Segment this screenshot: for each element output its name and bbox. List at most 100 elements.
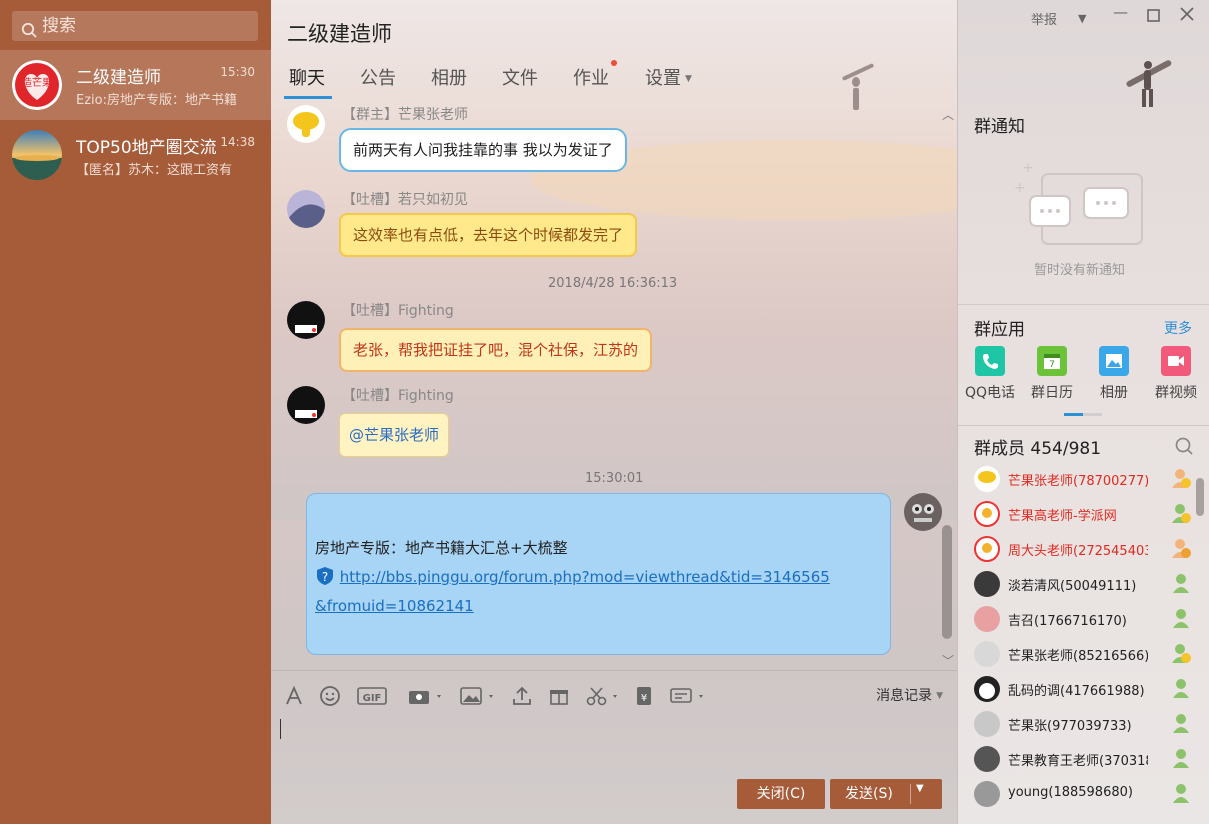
mention-bubble[interactable]: @芒果张老师 bbox=[339, 413, 450, 457]
tab-settings[interactable]: 设置 ▼ bbox=[645, 64, 692, 90]
scissors-icon[interactable] bbox=[585, 685, 625, 707]
message-timestamp: 15:30:01 bbox=[585, 471, 644, 486]
font-icon[interactable] bbox=[283, 685, 307, 707]
app-qq-call[interactable]: QQ电话 bbox=[959, 346, 1021, 402]
member-item[interactable]: 周大头老师(272545403) bbox=[958, 533, 1191, 568]
tab-album[interactable]: 相册 bbox=[431, 64, 467, 90]
svg-text:GIF: GIF bbox=[363, 693, 382, 704]
member-item[interactable]: 芒果张(977039733) bbox=[958, 708, 1189, 743]
avatar[interactable] bbox=[287, 190, 325, 228]
member-name: 淡若清风(50049111) bbox=[1008, 579, 1137, 594]
gift-icon[interactable] bbox=[548, 685, 572, 707]
app-group-calendar[interactable]: 7 群日历 bbox=[1021, 346, 1083, 402]
message-history-button[interactable]: 消息记录 ▼ bbox=[876, 685, 943, 705]
send-options-chevron-icon[interactable]: ▼ bbox=[916, 783, 924, 794]
chat-scrollbar[interactable] bbox=[942, 525, 952, 639]
divider bbox=[958, 425, 1209, 426]
image-icon[interactable] bbox=[459, 685, 499, 707]
member-item[interactable]: 芒果教育王老师(370318 bbox=[958, 743, 1189, 778]
unread-dot bbox=[611, 60, 617, 66]
message-bubble[interactable]: 前两天有人问我挂靠的事 我以为发证了 bbox=[339, 128, 627, 172]
close-button[interactable]: 关闭(C) bbox=[737, 779, 825, 809]
admin-role-icon bbox=[1170, 536, 1192, 560]
owner-role-icon bbox=[1170, 466, 1192, 490]
member-item[interactable]: 吉召(1766716170) bbox=[958, 603, 1189, 638]
member-item[interactable]: 乱码的调(417661988) bbox=[958, 673, 1189, 708]
member-role-icon bbox=[1170, 711, 1192, 735]
search-input[interactable]: 搜索 bbox=[12, 11, 258, 41]
member-name: 乱码的调(417661988) bbox=[1008, 684, 1145, 699]
tab-chat[interactable]: 聊天 bbox=[289, 64, 325, 90]
avatar bbox=[974, 781, 1000, 807]
my-message-bubble[interactable]: 房地产专版：地产书籍大汇总+大梳整 ? http://bbs.pinggu.or… bbox=[306, 493, 891, 655]
close-window-icon[interactable] bbox=[1180, 7, 1194, 25]
message-textarea[interactable] bbox=[277, 711, 947, 771]
avatar bbox=[974, 746, 1000, 772]
members-title: 群成员 454/981 bbox=[974, 439, 1102, 459]
search-placeholder: 搜索 bbox=[42, 16, 76, 36]
avatar[interactable] bbox=[287, 386, 325, 424]
avatar bbox=[974, 571, 1000, 597]
app-label: 群日历 bbox=[1031, 385, 1073, 401]
send-button[interactable]: 发送(S) bbox=[830, 779, 942, 809]
screenshot-icon[interactable] bbox=[407, 685, 447, 707]
session-item[interactable]: TOP50地产圈交流 14:38 【匿名】苏木：这跟工资有 bbox=[0, 120, 271, 190]
message-sender[interactable]: 【吐槽】Fighting bbox=[342, 300, 454, 320]
app-page-indicator bbox=[1064, 413, 1102, 416]
member-name: 吉召(1766716170) bbox=[1008, 614, 1127, 629]
member-item[interactable]: young(188598680) bbox=[958, 778, 1189, 813]
member-item[interactable]: 淡若清风(50049111) bbox=[958, 568, 1189, 603]
upload-file-icon[interactable] bbox=[511, 685, 535, 707]
apps-title: 群应用 bbox=[974, 320, 1025, 340]
scroll-down-button[interactable]: ﹀ bbox=[939, 652, 957, 668]
link-line: ? http://bbs.pinggu.org/forum.php?mod=vi… bbox=[315, 563, 890, 592]
message-timestamp: 2018/4/28 16:36:13 bbox=[548, 276, 678, 291]
gif-icon[interactable]: GIF bbox=[357, 685, 389, 707]
member-item[interactable]: 芒果张老师(85216566) bbox=[958, 638, 1191, 673]
member-name: 芒果高老师-学派网 bbox=[1008, 509, 1117, 524]
chevron-down-icon: ▼ bbox=[936, 691, 943, 701]
svg-text:?: ? bbox=[322, 570, 328, 584]
message-bubble[interactable]: 这效率也有点低，去年这个时候都发完了 bbox=[339, 213, 638, 257]
session-item-active[interactable]: 造芒果 二级建造师 15:30 Ezio:房地产专版：地产书籍 bbox=[0, 50, 271, 120]
message-link[interactable]: http://bbs.pinggu.org/forum.php?mod=view… bbox=[340, 568, 830, 586]
avatar bbox=[974, 641, 1000, 667]
avatar[interactable] bbox=[904, 493, 942, 531]
message-link-cont[interactable]: &fromuid=10862141 bbox=[315, 597, 474, 615]
tab-announcement[interactable]: 公告 bbox=[360, 64, 396, 90]
member-role-icon bbox=[1170, 571, 1192, 595]
member-name: 周大头老师(272545403) bbox=[1008, 544, 1148, 559]
message-sender[interactable]: 【群主】芒果张老师 bbox=[342, 104, 468, 124]
session-preview: 【匿名】苏木：这跟工资有 bbox=[76, 163, 233, 178]
red-packet-icon[interactable]: ¥ bbox=[633, 685, 657, 707]
more-tools-icon[interactable] bbox=[669, 685, 709, 707]
member-scrollbar[interactable] bbox=[1196, 478, 1204, 516]
message-bubble[interactable]: 老张，帮我把证挂了吧，混个社保，江苏的 bbox=[339, 328, 653, 372]
avatar[interactable] bbox=[287, 105, 325, 143]
report-button[interactable]: 举报 bbox=[1031, 9, 1057, 28]
member-item[interactable]: 芒果高老师-学派网 bbox=[958, 498, 1191, 533]
chat-panel: 二级建造师 聊天 公告 相册 文件 作业 设置 ▼ 【群主】芒果张老师 前两天有人… bbox=[271, 0, 957, 824]
member-search-icon[interactable] bbox=[1174, 436, 1194, 460]
admin-role-icon bbox=[1170, 501, 1192, 525]
avatar bbox=[974, 536, 1000, 562]
message-sender[interactable]: 【吐槽】Fighting bbox=[342, 385, 454, 405]
avatar[interactable] bbox=[287, 301, 325, 339]
maximize-icon[interactable] bbox=[1147, 8, 1160, 26]
tab-homework[interactable]: 作业 bbox=[573, 64, 609, 90]
video-icon bbox=[1161, 346, 1191, 376]
scroll-up-button[interactable]: ︿ bbox=[939, 106, 957, 122]
emoji-icon[interactable] bbox=[319, 685, 343, 707]
avatar bbox=[974, 466, 1000, 492]
app-group-video[interactable]: 群视频 bbox=[1145, 346, 1207, 402]
more-apps-link[interactable]: 更多 bbox=[1164, 318, 1192, 338]
session-time: 14:38 bbox=[220, 135, 255, 149]
photo-icon bbox=[1099, 346, 1129, 376]
member-item[interactable]: 芒果张老师(78700277) bbox=[958, 463, 1191, 498]
calendar-icon: 7 bbox=[1037, 346, 1067, 376]
message-sender[interactable]: 【吐槽】若只如初见 bbox=[342, 189, 468, 209]
minimize-icon[interactable]: — bbox=[1113, 3, 1128, 21]
tab-files[interactable]: 文件 bbox=[502, 64, 538, 90]
dropdown-icon[interactable]: ▼ bbox=[1078, 12, 1086, 25]
app-album[interactable]: 相册 bbox=[1083, 346, 1145, 402]
